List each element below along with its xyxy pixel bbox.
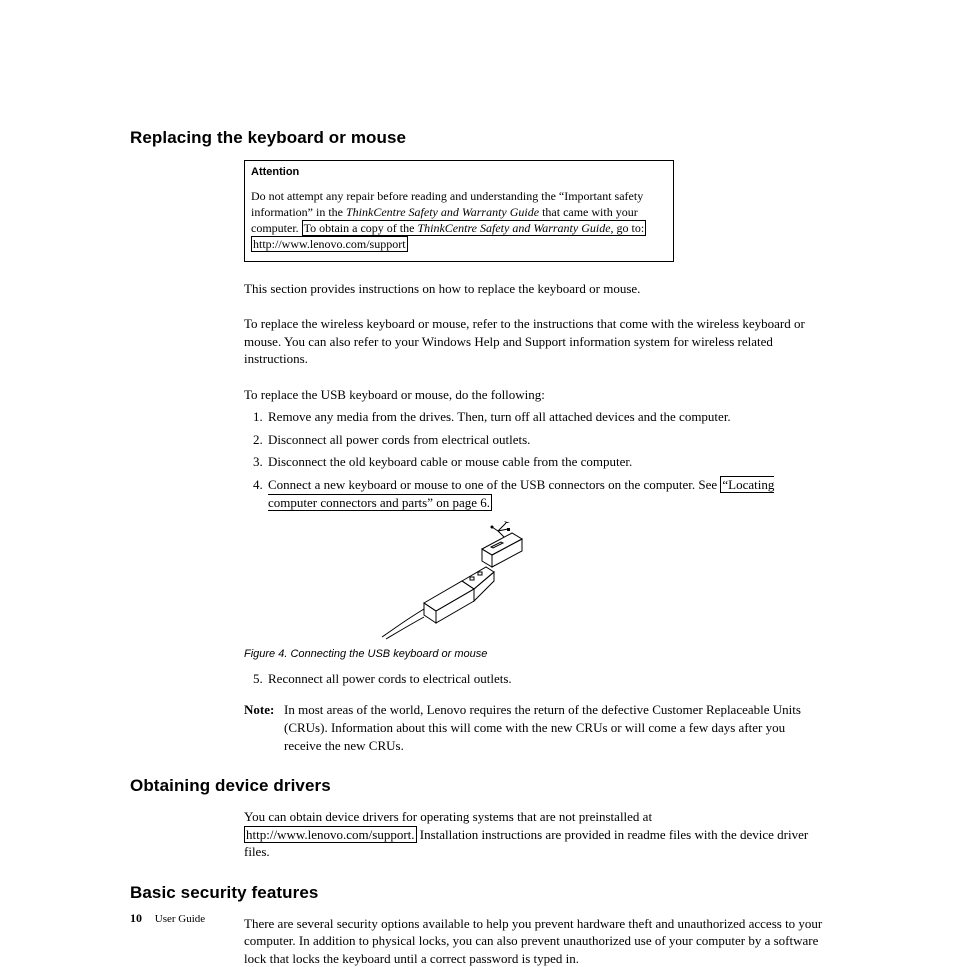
list-item: Disconnect the old keyboard cable or mou… [266, 453, 824, 471]
heading-obtaining-drivers: Obtaining device drivers [130, 776, 824, 796]
section3-paragraph: There are several security options avail… [244, 915, 824, 967]
list-item: Connect a new keyboard or mouse to one o… [266, 476, 824, 511]
list-item: Remove any media from the drives. Then, … [266, 408, 824, 426]
section1-p3: To replace the USB keyboard or mouse, do… [244, 386, 824, 404]
section2-paragraph: You can obtain device drivers for operat… [244, 808, 824, 861]
text: To obtain a copy of the [304, 221, 418, 235]
usb-connector-illustration [364, 521, 534, 641]
figure-caption: Figure 4. Connecting the USB keyboard or… [244, 647, 824, 662]
text: You can obtain device drivers for operat… [244, 809, 652, 824]
list-item: Reconnect all power cords to electrical … [266, 670, 824, 688]
attention-text: Do not attempt any repair before reading… [251, 189, 646, 253]
heading-basic-security: Basic security features [130, 883, 824, 903]
step4-text: Connect a new keyboard or mouse to one o… [268, 477, 720, 492]
heading-replacing: Replacing the keyboard or mouse [130, 128, 824, 148]
note: Note: In most areas of the world, Lenovo… [244, 701, 824, 754]
footer-label: User Guide [155, 913, 205, 925]
text: , go to: [611, 221, 645, 235]
attention-italic-1: ThinkCentre Safety and Warranty Guide [346, 205, 539, 219]
section1-p1: This section provides instructions on ho… [244, 280, 824, 298]
note-text: In most areas of the world, Lenovo requi… [284, 701, 824, 754]
list-item: Disconnect all power cords from electric… [266, 431, 824, 449]
section1-p2: To replace the wireless keyboard or mous… [244, 315, 824, 368]
attention-title: Attention [251, 165, 667, 180]
steps-list: Remove any media from the drives. Then, … [244, 408, 824, 511]
attention-box: Attention Do not attempt any repair befo… [244, 160, 674, 262]
page-footer: 10 User Guide [130, 911, 205, 926]
page-number: 10 [130, 911, 142, 925]
note-label: Note: [244, 701, 284, 754]
steps-list-cont: Reconnect all power cords to electrical … [244, 670, 824, 688]
attention-italic-2: ThinkCentre Safety and Warranty Guide [417, 221, 610, 235]
attention-url-link[interactable]: http://www.lenovo.com/support [251, 236, 408, 252]
attention-obtain-copy-link[interactable]: To obtain a copy of the ThinkCentre Safe… [302, 220, 647, 236]
drivers-url-link[interactable]: http://www.lenovo.com/support. [244, 826, 417, 843]
figure-4: Figure 4. Connecting the USB keyboard or… [244, 521, 824, 662]
